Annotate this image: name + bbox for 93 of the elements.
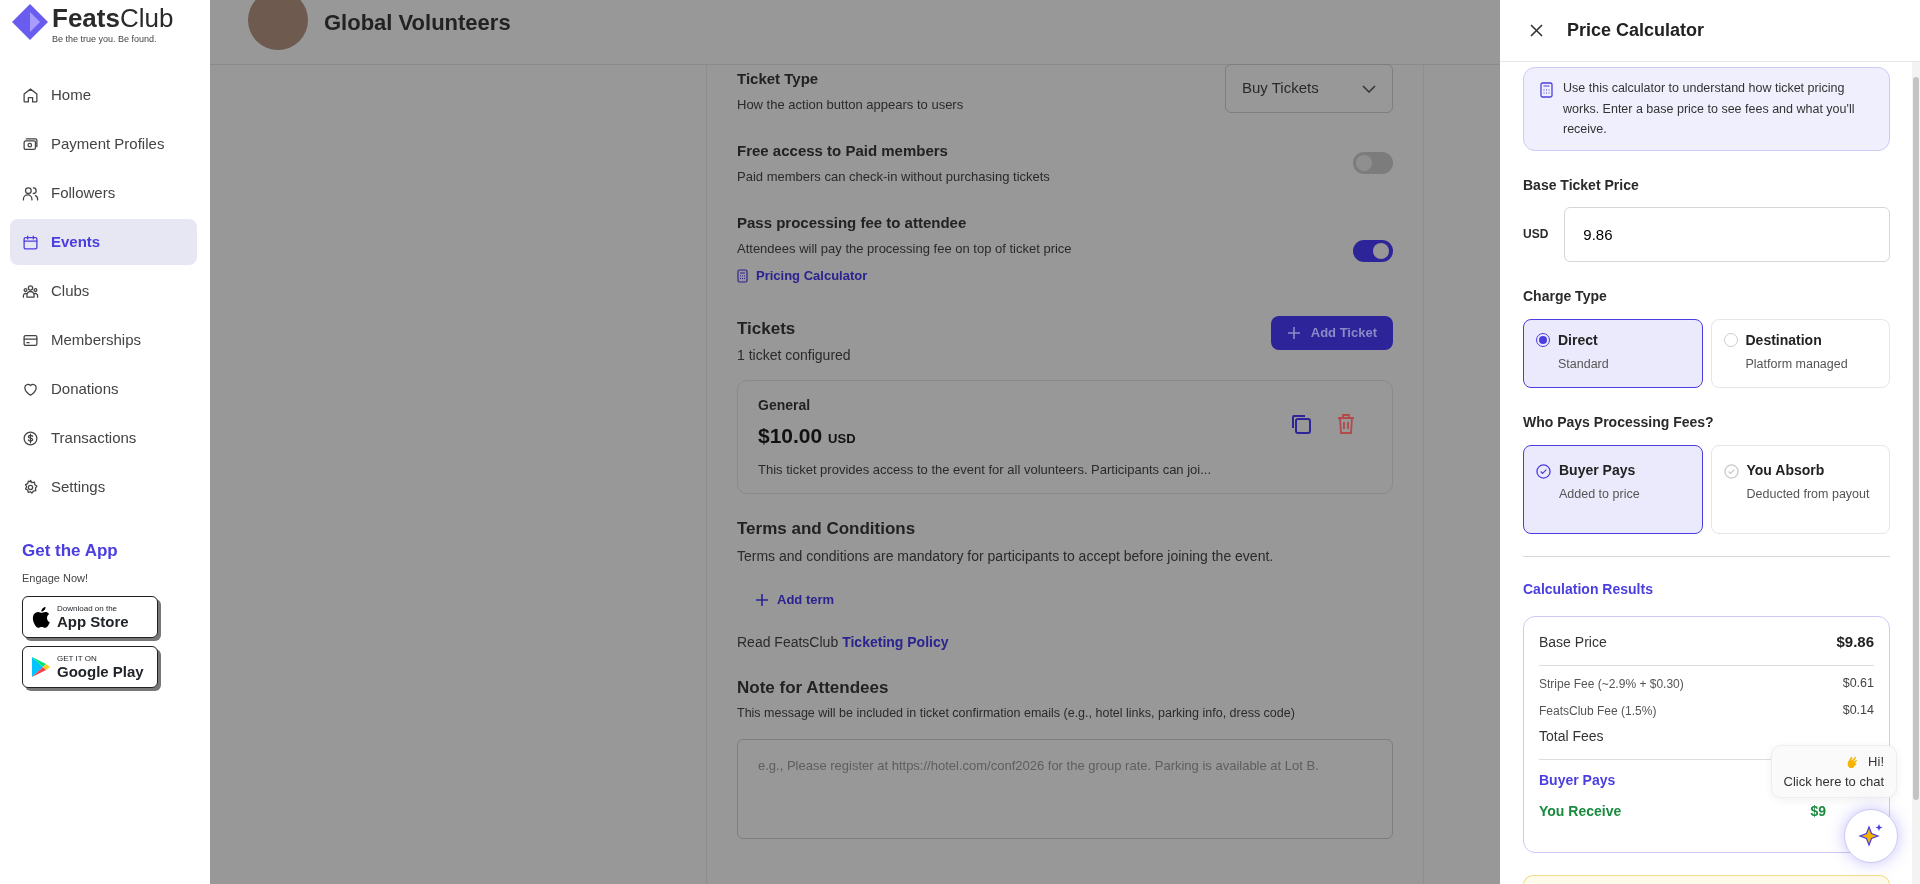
result-label: Stripe Fee (~2.9% + $0.30) xyxy=(1539,675,1684,693)
close-icon xyxy=(1530,24,1543,37)
results-title: Calculation Results xyxy=(1523,579,1654,599)
option-card[interactable]: You Absorb Deducted from payout xyxy=(1710,444,1890,534)
promo-subtitle: Engage Now! xyxy=(22,570,90,586)
chat-prompt: Click here to chat xyxy=(1783,772,1884,791)
google-play-badge[interactable]: GET IT ON Google Play xyxy=(22,646,158,688)
ticket-description: This ticket provides access to the event for all volunteers. Participants can joi... xyxy=(758,460,1213,479)
field-label: Charge Type xyxy=(1523,286,1608,306)
group-icon xyxy=(22,282,39,300)
result-value: $0.61 xyxy=(1842,675,1874,693)
sidebar-item[interactable]: Events xyxy=(10,219,197,265)
check-circle-icon xyxy=(1536,463,1551,479)
home-icon xyxy=(22,86,39,104)
play-icon xyxy=(31,656,51,678)
ticketing-policy-link[interactable]: Ticketing Policy xyxy=(842,631,949,653)
result-value: $9.86 xyxy=(1836,631,1874,652)
users-icon xyxy=(22,184,39,202)
page-title: Global Volunteers xyxy=(324,9,511,37)
photo-placeholder xyxy=(248,0,308,50)
option-card[interactable]: Destination Platform managed xyxy=(1710,318,1890,388)
wallet-icon xyxy=(22,135,39,153)
plus-icon xyxy=(755,592,769,607)
copy-icon xyxy=(1290,412,1312,435)
result-label: Base Price xyxy=(1539,632,1607,652)
panel-title: Price Calculator xyxy=(1567,19,1705,42)
badge-store-name: App Store xyxy=(57,613,129,631)
setting-description: How the action button appears to users xyxy=(737,95,964,114)
ticket-price: $10.00 USD xyxy=(758,423,856,450)
calculator-icon xyxy=(1540,82,1553,98)
setting-description: Attendees will pay the processing fee on top of ticket price xyxy=(737,239,1072,258)
toggle-switch[interactable] xyxy=(1353,152,1393,174)
sidebar-item[interactable]: Donations xyxy=(10,366,197,412)
field-label: Who Pays Processing Fees? xyxy=(1523,412,1715,432)
sidebar-item[interactable]: Memberships xyxy=(10,317,197,363)
result-label: FeatsClub Fee (1.5%) xyxy=(1539,702,1657,720)
ticket-count: 1 ticket configured xyxy=(737,346,851,366)
currency-label: USD xyxy=(1523,226,1549,244)
result-value: $0.14 xyxy=(1842,702,1874,720)
logo-icon xyxy=(12,4,48,40)
price-field[interactable]: 9.86 xyxy=(1564,206,1890,262)
note-description: This message will be included in ticket confirmation emails (e.g., hotel links, parking info, dress code) xyxy=(737,705,1296,722)
setting-description: Paid members can check-in without purchasing tickets xyxy=(737,167,1050,186)
result-value: $9 xyxy=(1810,801,1826,821)
sidebar-item[interactable]: Transactions xyxy=(10,415,197,461)
trash-icon xyxy=(1336,412,1356,435)
toggle-switch[interactable] xyxy=(1353,239,1393,262)
policy-text: Read FeatsClub xyxy=(737,632,839,652)
logo-wordmark: FeatsClub xyxy=(52,4,174,33)
result-label: You Receive xyxy=(1539,801,1622,821)
chat-bubble[interactable]: Hi! Click here to chat xyxy=(1770,745,1897,798)
badge-store-name: Google Play xyxy=(57,663,144,681)
chat-greeting: Hi! xyxy=(1868,753,1884,771)
sidebar-item[interactable]: Home xyxy=(10,72,197,118)
logo-tagline: Be the true you. Be found. xyxy=(52,32,158,46)
calculator-icon xyxy=(737,268,748,283)
setting-title: Ticket Type xyxy=(737,69,820,89)
field-label: Base Ticket Price xyxy=(1523,175,1640,195)
section-title: Tickets xyxy=(737,317,797,340)
promo-title: Get the App xyxy=(22,540,119,562)
settings-icon xyxy=(22,478,39,496)
option-card[interactable]: Buyer Pays Added to price xyxy=(1523,444,1703,534)
ticket-name: General xyxy=(758,396,812,416)
dollar-icon xyxy=(22,429,39,447)
chat-button[interactable] xyxy=(1844,809,1898,863)
badge-caption: GET IT ON xyxy=(57,653,98,664)
sidebar-item[interactable]: Followers xyxy=(10,170,197,216)
sidebar-item[interactable]: Settings xyxy=(10,464,197,510)
chevron-down-icon xyxy=(1362,84,1376,93)
option-card[interactable]: Direct Standard xyxy=(1523,318,1703,388)
add-ticket-button[interactable]: Add Ticket xyxy=(1270,315,1393,350)
badge-caption: Download on the xyxy=(57,603,119,614)
scrollbar-thumb[interactable] xyxy=(1913,77,1919,800)
app-store-badge[interactable]: Download on the App Store xyxy=(22,596,158,638)
note-field[interactable]: e.g., Please register at https://hotel.com/conf2026 for the group rate. Parking is available at Lot B. xyxy=(737,738,1393,839)
close-button[interactable] xyxy=(1530,24,1543,37)
setting-title: Pass processing fee to attendee xyxy=(737,213,968,233)
info-text: Use this calculator to understand how ticket pricing works. Enter a base price to see fees and what you'll receive. xyxy=(1563,80,1856,139)
plus-icon xyxy=(1286,325,1301,340)
apple-icon xyxy=(31,605,51,629)
section-title: Note for Attendees xyxy=(737,676,890,699)
pricing-calculator-link[interactable]: Pricing Calculator xyxy=(737,266,868,286)
terms-description: Terms and conditions are mandatory for participants to accept before joining the event. xyxy=(737,546,1275,566)
setting-title: Free access to Paid members xyxy=(737,141,949,161)
calendar-icon xyxy=(22,233,39,251)
check-circle-icon xyxy=(1723,463,1739,479)
result-label: Buyer Pays xyxy=(1539,770,1616,790)
ticket-type-dropdown[interactable]: Buy Tickets xyxy=(1225,64,1393,113)
add-term-button[interactable]: Add term xyxy=(749,588,841,611)
section-title: Terms and Conditions xyxy=(737,518,917,541)
result-label: Total Fees xyxy=(1539,726,1604,746)
sidebar-item[interactable]: Clubs xyxy=(10,268,197,314)
sidebar-item[interactable]: Payment Profiles xyxy=(10,121,197,167)
